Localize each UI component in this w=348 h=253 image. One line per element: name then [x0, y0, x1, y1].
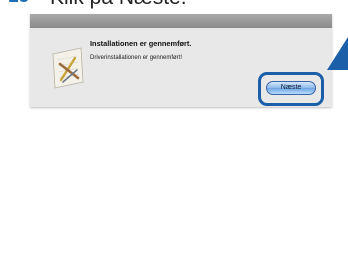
step-number: 15 [8, 0, 29, 8]
dialog-titlebar[interactable] [30, 14, 332, 28]
step-instruction: Klik på Næste. [50, 0, 187, 10]
installer-dialog: Installationen er gennemført. Driverinst… [30, 14, 332, 107]
pointer-arrow-icon [327, 37, 348, 70]
step-heading: 15 Klik på Næste. [0, 0, 348, 12]
dialog-title: Installationen er gennemført. [90, 39, 192, 48]
dialog-message: Driverinstallationen er gennemført! [90, 55, 183, 61]
next-button[interactable]: Næste [266, 81, 316, 95]
installer-app-icon [52, 47, 84, 89]
